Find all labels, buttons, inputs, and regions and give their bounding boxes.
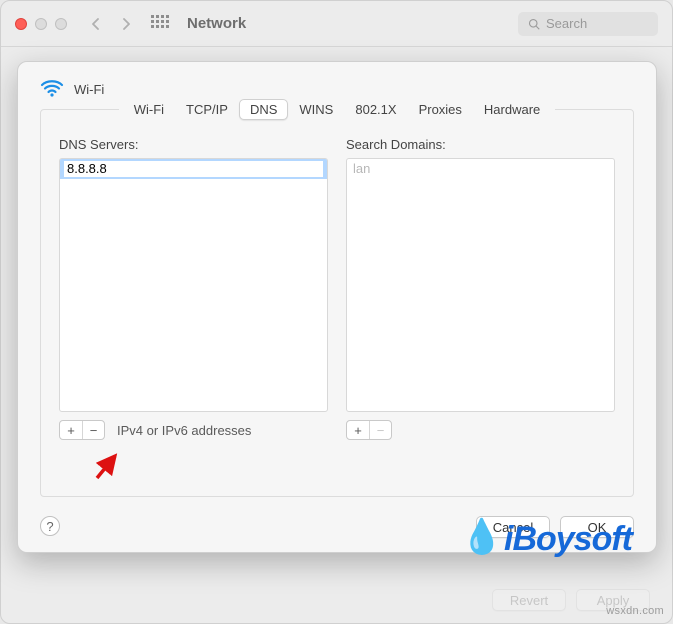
tab-wins[interactable]: WINS bbox=[288, 99, 344, 120]
search-domains-list[interactable]: lan bbox=[346, 158, 615, 412]
tab-proxies[interactable]: Proxies bbox=[408, 99, 473, 120]
inner-pane: Wi-Fi TCP/IP DNS WINS 802.1X Proxies Har… bbox=[40, 109, 634, 497]
dns-remove-button[interactable]: − bbox=[82, 421, 104, 439]
tab-bar: Wi-Fi TCP/IP DNS WINS 802.1X Proxies Har… bbox=[119, 99, 556, 120]
source-label: wsxdn.com bbox=[606, 605, 664, 617]
dns-footer-hint: IPv4 or IPv6 addresses bbox=[117, 423, 251, 438]
search-placeholder: Search bbox=[546, 16, 587, 31]
domains-remove-button[interactable]: − bbox=[369, 421, 391, 439]
dns-servers-label: DNS Servers: bbox=[59, 137, 328, 152]
window-controls bbox=[15, 18, 67, 30]
show-all-prefs-icon[interactable] bbox=[151, 15, 169, 33]
zoom-window-button[interactable] bbox=[55, 18, 67, 30]
network-advanced-sheet: Wi-Fi Wi-Fi TCP/IP DNS WINS 802.1X Proxi… bbox=[17, 61, 657, 553]
tab-dns[interactable]: DNS bbox=[239, 99, 288, 120]
cancel-button[interactable]: Cancel bbox=[476, 516, 550, 538]
window-title: Network bbox=[187, 15, 246, 32]
dns-server-row-editing[interactable] bbox=[60, 159, 327, 179]
help-button[interactable]: ? bbox=[40, 516, 60, 536]
close-window-button[interactable] bbox=[15, 18, 27, 30]
search-domain-row[interactable]: lan bbox=[347, 159, 614, 179]
tab-8021x[interactable]: 802.1X bbox=[344, 99, 407, 120]
revert-button[interactable]: Revert bbox=[492, 589, 566, 611]
tab-hardware[interactable]: Hardware bbox=[473, 99, 551, 120]
search-domains-column: Search Domains: lan + − bbox=[346, 137, 615, 440]
system-preferences-window: Network Search Wi-Fi Wi-Fi TCP/IP DNS WI… bbox=[0, 0, 673, 624]
domains-add-remove-group: + − bbox=[346, 420, 392, 440]
search-field[interactable]: Search bbox=[518, 12, 658, 36]
ok-button[interactable]: OK bbox=[560, 516, 634, 538]
domains-add-button[interactable]: + bbox=[347, 421, 369, 439]
search-icon bbox=[528, 18, 540, 30]
dns-servers-column: DNS Servers: + − IPv4 or IPv6 addresses bbox=[59, 137, 328, 440]
sheet-title: Wi-Fi bbox=[74, 82, 104, 97]
tab-wifi[interactable]: Wi-Fi bbox=[123, 99, 175, 120]
annotation-arrow-icon bbox=[91, 448, 125, 482]
minimize-window-button[interactable] bbox=[35, 18, 47, 30]
dns-add-button[interactable]: + bbox=[60, 421, 82, 439]
dns-add-remove-group: + − bbox=[59, 420, 105, 440]
forward-button[interactable] bbox=[115, 13, 137, 35]
search-domains-label: Search Domains: bbox=[346, 137, 615, 152]
tab-tcpip[interactable]: TCP/IP bbox=[175, 99, 239, 120]
titlebar: Network Search bbox=[1, 1, 672, 47]
dns-servers-list[interactable] bbox=[59, 158, 328, 412]
back-button[interactable] bbox=[85, 13, 107, 35]
dns-server-input[interactable] bbox=[64, 161, 323, 177]
